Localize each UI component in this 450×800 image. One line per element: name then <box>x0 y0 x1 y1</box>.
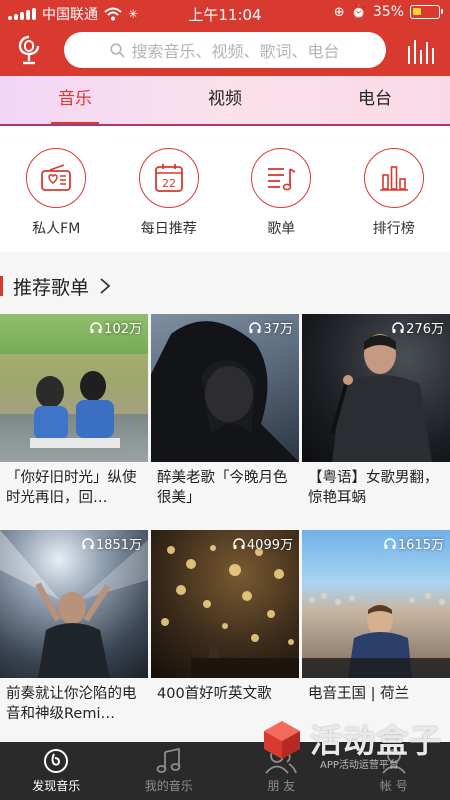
tab-video[interactable]: 视频 <box>150 76 300 126</box>
playlist-card[interactable]: 276万 【粤语】女歌男翻，惊艳耳蜗 <box>302 314 450 518</box>
play-count-value: 4099万 <box>246 538 293 553</box>
nav-discover-label: 发现音乐 <box>32 779 81 793</box>
play-count-value: 276万 <box>406 322 444 337</box>
playlist-card[interactable]: 4099万 400首好听英文歌 <box>151 530 299 734</box>
rotation-lock-icon: ⊕ <box>333 4 345 20</box>
quick-entries: 私人FM 22 每日推荐 歌单 排行榜 <box>0 126 450 252</box>
calendar-icon: 22 <box>154 164 183 192</box>
alarm-icon: ⏰ <box>350 4 367 20</box>
playlist-cover: 102万 <box>0 314 148 462</box>
netease-music-icon <box>44 749 69 773</box>
watermark-subtext: APP活动运营平台 <box>319 760 399 771</box>
radio-icon <box>41 164 72 191</box>
play-count-value: 102万 <box>104 322 142 337</box>
headphones-icon <box>82 538 94 549</box>
watermark-logo-icon <box>263 721 300 759</box>
tab-music[interactable]: 音乐 <box>0 76 150 126</box>
nav-my-music-label: 我的音乐 <box>144 779 193 793</box>
playlist-cover: 1851万 <box>0 530 148 678</box>
play-count-value: 37万 <box>263 322 293 337</box>
search-input[interactable]: 搜索音乐、视频、歌词、电台 <box>64 32 386 68</box>
play-count: 1615万 <box>384 534 444 553</box>
section-title: 推荐歌单 <box>13 276 90 299</box>
playlist-cover: 1615万 <box>302 530 450 678</box>
play-count: 1851万 <box>82 534 142 553</box>
playlist-title: 【粤语】女歌男翻，惊艳耳蜗 <box>308 470 439 506</box>
music-note-icon <box>156 748 181 773</box>
nav-account-label: 帐 号 <box>379 779 408 793</box>
playlist-cover: 4099万 <box>151 530 299 678</box>
nav-friends-label: 朋 友 <box>267 779 296 793</box>
quick-item-daily[interactable]: 22 每日推荐 <box>113 126 226 252</box>
playlist-card[interactable]: 1851万 前奏就让你沦陷的电音和神级Remi… <box>0 530 148 734</box>
tab-radio[interactable]: 电台 <box>300 76 450 126</box>
headphones-icon <box>384 538 396 549</box>
playlist-title: 醉美老歌「今晚月色很美」 <box>157 470 288 506</box>
top-tabs: 音乐 视频 电台 <box>0 76 450 126</box>
section-accent-bar <box>0 276 3 296</box>
search-placeholder: 搜索音乐、视频、歌词、电台 <box>131 42 340 61</box>
top-bar: 中国联通 ✳ 上午11:04 ⊕ ⏰ 35% 搜索音乐、视频、歌词、电台 <box>0 0 450 76</box>
status-bar: 中国联通 ✳ 上午11:04 ⊕ ⏰ 35% <box>0 0 450 26</box>
playlist-title: 「你好旧时光」纵使时光再旧，回… <box>6 470 137 506</box>
playlist-cover: 276万 <box>302 314 450 462</box>
headphones-icon <box>392 322 404 333</box>
headphones-icon <box>249 322 262 333</box>
now-playing-icon[interactable] <box>406 36 434 64</box>
calendar-day: 22 <box>162 177 176 190</box>
play-count-value: 1851万 <box>95 538 142 553</box>
playlist-title: 前奏就让你沦陷的电音和神级Remi… <box>6 686 137 722</box>
playlist-card[interactable]: 37万 醉美老歌「今晚月色很美」 <box>151 314 299 518</box>
microphone-icon[interactable] <box>14 34 44 68</box>
headphones-icon <box>90 322 102 333</box>
watermark: 活动盒子 APP活动运营平台 <box>260 716 442 771</box>
recommended-playlists-header[interactable]: 推荐歌单 <box>0 262 450 310</box>
playlist-card[interactable]: 102万 「你好旧时光」纵使时光再旧，回… <box>0 314 148 518</box>
play-count-value: 1615万 <box>397 538 444 553</box>
nav-discover[interactable]: 发现音乐 <box>0 742 113 800</box>
playlist-card[interactable]: 1615万 电音王国 | 荷兰 <box>302 530 450 734</box>
quick-label-playlist: 歌单 <box>267 221 296 237</box>
play-count: 37万 <box>249 318 293 337</box>
play-count: 4099万 <box>233 534 293 553</box>
chart-icon <box>379 166 408 191</box>
play-count: 276万 <box>392 318 444 337</box>
playlist-cover: 37万 <box>151 314 299 462</box>
battery-icon <box>410 5 443 19</box>
search-icon <box>110 42 126 58</box>
quick-label-daily: 每日推荐 <box>140 221 197 237</box>
quick-item-chart[interactable]: 排行榜 <box>338 126 450 252</box>
play-count: 102万 <box>90 318 142 337</box>
quick-item-playlist[interactable]: 歌单 <box>225 126 338 252</box>
nav-my-music[interactable]: 我的音乐 <box>113 742 226 800</box>
battery-percent: 35% <box>372 4 404 20</box>
quick-label-chart: 排行榜 <box>372 221 415 237</box>
playlist-icon <box>268 168 296 191</box>
quick-label-fm: 私人FM <box>32 221 81 237</box>
headphones-icon <box>233 538 245 549</box>
quick-item-fm[interactable]: 私人FM <box>0 126 113 252</box>
chevron-right-icon <box>100 278 111 294</box>
